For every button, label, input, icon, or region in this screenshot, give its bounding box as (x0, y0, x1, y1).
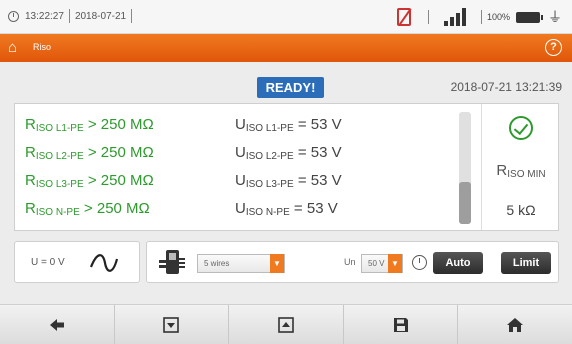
title-bar: ⌂ Riso ? (0, 34, 572, 62)
status-divider (427, 10, 429, 24)
dropdown-arrow-icon[interactable]: ▼ (388, 254, 402, 273)
home-button[interactable] (458, 305, 572, 344)
sd-card-missing-icon (396, 8, 411, 26)
clock-icon (8, 10, 19, 22)
uiso-value: UISO N-PE = 53 V (235, 200, 338, 218)
status-date: 2018-07-21 (74, 10, 127, 22)
auto-button[interactable]: Auto (433, 252, 483, 274)
scrollbar-thumb[interactable] (459, 182, 471, 224)
download-icon (163, 316, 180, 333)
un-select[interactable]: 50 V ▼ (361, 254, 403, 273)
uiso-value: UISO L3-PE = 53 V (235, 172, 342, 190)
upload-button[interactable] (229, 305, 344, 344)
signal-strength-icon (443, 8, 466, 26)
result-row: RISO L3-PE > 250 MΩ UISO L3-PE = 53 V (25, 172, 465, 196)
back-button[interactable] (0, 305, 115, 344)
upload-icon (278, 316, 294, 333)
save-button[interactable] (344, 305, 459, 344)
measurement-settings: 5 wires ▼ Un 50 V ▼ Auto Limit (146, 241, 559, 283)
home-icon (507, 317, 524, 332)
results-scrollbar[interactable] (459, 112, 471, 224)
measurement-timestamp: 2018-07-21 13:21:39 (450, 80, 562, 94)
battery-icon (516, 11, 543, 23)
results-panel: RISO L1-PE > 250 MΩ UISO L1-PE = 53 V RI… (14, 103, 559, 231)
voltage-readout: U = 0 V (31, 257, 65, 268)
download-button[interactable] (115, 305, 230, 344)
screen-title: Riso (33, 42, 52, 52)
riso-min-value: 5 kΩ (506, 202, 536, 218)
uiso-value: UISO L2-PE = 53 V (235, 144, 342, 162)
status-time: 13:22:27 (25, 10, 64, 22)
pass-check-icon (509, 116, 533, 140)
status-clock: 13:22:27 2018-07-21 (8, 9, 137, 23)
riso-min-panel: RISO MIN 5 kΩ (481, 104, 559, 230)
status-bar: 13:22:27 2018-07-21 100% ⏚ (0, 0, 572, 34)
status-indicators: 100% ⏚ (396, 7, 562, 27)
home-icon[interactable]: ⌂ (8, 40, 24, 56)
timer-icon (412, 255, 427, 270)
ac-sine-icon (89, 254, 119, 272)
riso-value: RISO L3-PE > 250 MΩ (25, 172, 154, 190)
save-icon (393, 317, 408, 332)
dropdown-arrow-icon[interactable]: ▼ (270, 254, 284, 273)
meter-connection-icon (159, 250, 185, 274)
wires-select[interactable]: 5 wires ▼ (197, 254, 285, 273)
riso-min-label: RISO MIN (496, 162, 546, 180)
help-icon[interactable]: ? (545, 39, 562, 56)
bottom-navigation (0, 304, 572, 344)
status-divider (480, 10, 482, 24)
voltage-indicator: U = 0 V (14, 241, 140, 283)
status-divider (68, 9, 70, 23)
ready-status-badge: READY! (257, 77, 324, 98)
riso-value: RISO L2-PE > 250 MΩ (25, 144, 154, 162)
riso-value: RISO N-PE > 250 MΩ (25, 200, 150, 218)
battery-percent: 100% (486, 12, 510, 22)
limit-button[interactable]: Limit (501, 252, 551, 274)
charging-plug-icon: ⏚ (548, 9, 562, 25)
uiso-value: UISO L1-PE = 53 V (235, 116, 342, 134)
un-label: Un (344, 257, 356, 267)
arrow-left-icon (49, 318, 64, 331)
un-select-value: 50 V (368, 259, 385, 268)
result-row: RISO L1-PE > 250 MΩ UISO L1-PE = 53 V (25, 116, 465, 140)
wires-select-value: 5 wires (204, 259, 230, 268)
result-row: RISO N-PE > 250 MΩ UISO N-PE = 53 V (25, 200, 465, 224)
status-divider (131, 9, 133, 23)
riso-value: RISO L1-PE > 250 MΩ (25, 116, 154, 134)
result-row: RISO L2-PE > 250 MΩ UISO L2-PE = 53 V (25, 144, 465, 168)
